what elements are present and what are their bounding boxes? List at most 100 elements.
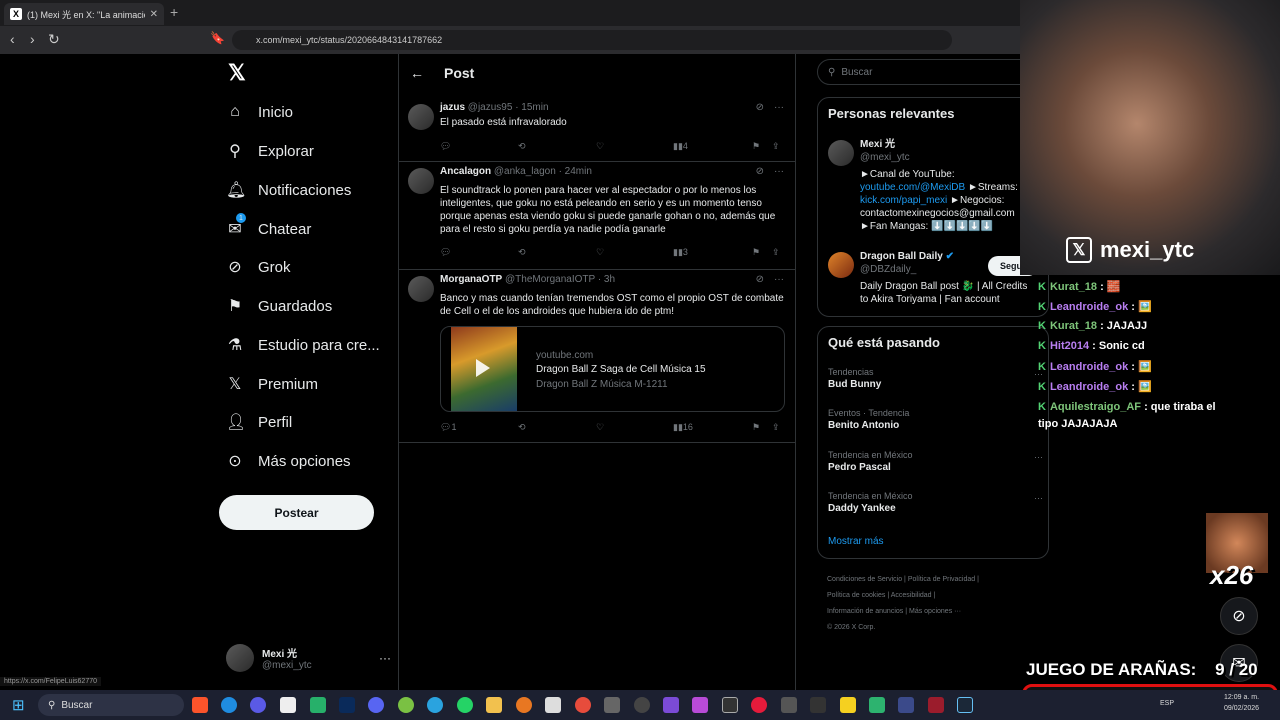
show-more-link[interactable]: Mostrar más xyxy=(828,536,1043,547)
tweet-author[interactable]: Ancalagon xyxy=(440,166,491,177)
account-switcher[interactable]: Mexi 光 @mexi_ytc ··· xyxy=(226,640,391,676)
app-icon[interactable] xyxy=(634,697,650,713)
share-icon[interactable]: ⇪ xyxy=(772,247,780,258)
nav-mas-opciones[interactable]: ⊙ Más opciones xyxy=(226,443,350,479)
steam-icon[interactable] xyxy=(957,697,973,713)
app-icon[interactable] xyxy=(840,697,856,713)
folder-icon[interactable] xyxy=(486,697,502,713)
search-input[interactable]: ⚲ Buscar xyxy=(817,59,1049,85)
avatar[interactable] xyxy=(828,140,854,166)
play-icon[interactable] xyxy=(476,359,490,377)
forward-icon[interactable]: › xyxy=(30,31,35,47)
bookmark-icon[interactable]: ⚑ xyxy=(752,247,760,258)
reply-icon[interactable]: 💬︎ 1 xyxy=(440,422,456,433)
app-icon[interactable] xyxy=(310,697,326,713)
like-icon[interactable]: ♡ xyxy=(596,422,604,433)
tab-close-icon[interactable]: ✕ xyxy=(150,9,158,20)
views-icon[interactable]: ▮▮ 16 xyxy=(673,422,693,433)
retweet-icon[interactable]: ⟲ xyxy=(518,422,526,433)
share-icon[interactable]: ⇪ xyxy=(772,141,780,152)
link-card[interactable]: youtube.com Dragon Ball Z Saga de Cell M… xyxy=(440,326,785,412)
retweet-icon[interactable]: ⟲ xyxy=(518,141,526,152)
app-icon[interactable] xyxy=(516,697,532,713)
app-icon[interactable] xyxy=(575,697,591,713)
bio-link[interactable]: kick.com/papi_mexi xyxy=(860,195,947,206)
brave-icon[interactable] xyxy=(192,697,208,713)
nav-estudio[interactable]: ⚗ Estudio para cre... xyxy=(226,327,380,363)
more-dots-icon[interactable]: ··· xyxy=(379,651,391,665)
nav-explorar[interactable]: ⚲ Explorar xyxy=(226,133,314,169)
trend-item[interactable]: Tendencias Bud Bunny ··· xyxy=(828,367,1043,390)
bookmark-icon[interactable]: ⚑ xyxy=(752,141,760,152)
x-logo-icon[interactable]: 𝕏 xyxy=(228,60,246,86)
tweet-author[interactable]: jazus xyxy=(440,102,465,113)
nav-guardados[interactable]: ⚑ Guardados xyxy=(226,288,332,324)
avatar[interactable] xyxy=(408,104,434,130)
telegram-icon[interactable] xyxy=(427,697,443,713)
grok-icon[interactable]: ⊘ xyxy=(756,102,764,113)
reply-icon[interactable]: 💬︎ xyxy=(440,247,451,258)
app-icon[interactable] xyxy=(781,697,797,713)
footer-link[interactable]: Condiciones de Servicio xyxy=(827,576,902,583)
app-icon[interactable] xyxy=(928,697,944,713)
reply-icon[interactable]: 💬︎ xyxy=(440,141,451,152)
tweet-author[interactable]: MorganaOTP xyxy=(440,274,502,285)
more-dots-icon[interactable]: ··· xyxy=(1034,493,1043,503)
retweet-icon[interactable]: ⟲ xyxy=(518,247,526,258)
app-icon[interactable] xyxy=(604,697,620,713)
browser-tab[interactable]: X (1) Mexi 光 en X: "La animación d ✕ xyxy=(4,3,164,25)
nav-grok[interactable]: ⊘ Grok xyxy=(226,249,290,285)
footer-link[interactable]: Más opciones ··· xyxy=(909,608,961,615)
app-icon[interactable] xyxy=(810,697,826,713)
nav-notificaciones[interactable]: 🔔︎ Notificaciones xyxy=(226,172,351,208)
windows-start-icon[interactable]: ⊞ xyxy=(12,696,25,714)
nav-inicio[interactable]: ⌂ Inicio xyxy=(226,94,293,130)
more-dots-icon[interactable]: ··· xyxy=(774,102,784,113)
tweet[interactable]: jazus @jazus95 · 15min ⊘ ··· El pasado es… xyxy=(398,98,796,162)
app-icon[interactable] xyxy=(398,697,414,713)
grok-icon[interactable]: ⊘ xyxy=(1220,597,1258,635)
app-icon[interactable] xyxy=(751,697,767,713)
nav-perfil[interactable]: 👤︎ Perfil xyxy=(226,404,292,440)
views-icon[interactable]: ▮▮ 3 xyxy=(673,247,688,258)
system-clock[interactable]: 12:09 a. m. 09/02/2026 xyxy=(1224,692,1259,714)
edge-icon[interactable] xyxy=(221,697,237,713)
taskbar-search[interactable]: ⚲ Buscar xyxy=(38,694,184,716)
person-name[interactable]: Dragon Ball Daily xyxy=(860,251,943,262)
trend-item[interactable]: Eventos · Tendencia Benito Antonio xyxy=(828,408,1043,431)
app-icon[interactable] xyxy=(692,697,708,713)
reload-icon[interactable]: ↻ xyxy=(48,31,60,48)
bio-link[interactable]: youtube.com/@MexiDB xyxy=(860,182,965,193)
footer-link[interactable]: Información de anuncios xyxy=(827,608,903,615)
new-tab-button[interactable]: + xyxy=(170,4,178,20)
whatsapp-icon[interactable] xyxy=(457,697,473,713)
more-dots-icon[interactable]: ··· xyxy=(774,166,784,177)
more-dots-icon[interactable]: ··· xyxy=(774,274,784,285)
nav-premium[interactable]: 𝕏 Premium xyxy=(226,366,318,402)
bookmark-page-icon[interactable]: 🔖 xyxy=(210,31,225,45)
views-icon[interactable]: ▮▮ 4 xyxy=(673,141,688,152)
photoshop-icon[interactable] xyxy=(339,697,355,713)
language-indicator[interactable]: ESP xyxy=(1160,700,1174,707)
app-icon[interactable] xyxy=(722,697,738,713)
app-icon[interactable] xyxy=(280,697,296,713)
url-field[interactable]: x.com/mexi_ytc/status/202066484314178766… xyxy=(232,30,952,50)
tweet[interactable]: MorganaOTP @TheMorganaIOTP · 3h ⊘ ··· Ban… xyxy=(398,270,796,443)
footer-link[interactable]: Política de cookies xyxy=(827,592,885,599)
back-icon[interactable]: ‹ xyxy=(10,31,15,47)
share-icon[interactable]: ⇪ xyxy=(772,422,780,433)
footer-link[interactable]: Accesibilidad xyxy=(891,592,932,599)
post-button[interactable]: Postear xyxy=(219,495,374,530)
app-icon[interactable] xyxy=(869,697,885,713)
person-card[interactable]: Mexi 光 @mexi_ytc ►Canal de YouTube: yout… xyxy=(828,138,1043,238)
app-icon[interactable] xyxy=(663,697,679,713)
app-icon[interactable] xyxy=(545,697,561,713)
discord-icon[interactable] xyxy=(368,697,384,713)
more-dots-icon[interactable]: ··· xyxy=(1034,452,1043,462)
person-card[interactable]: Dragon Ball Daily ✔ @DBZdaily_ Daily Dra… xyxy=(828,250,1043,310)
like-icon[interactable]: ♡ xyxy=(596,141,604,152)
grok-icon[interactable]: ⊘ xyxy=(756,274,764,285)
trend-item[interactable]: Tendencia en México Pedro Pascal ··· xyxy=(828,450,1043,473)
avatar[interactable] xyxy=(408,168,434,194)
nav-chatear[interactable]: ✉ 1 Chatear xyxy=(226,211,311,247)
